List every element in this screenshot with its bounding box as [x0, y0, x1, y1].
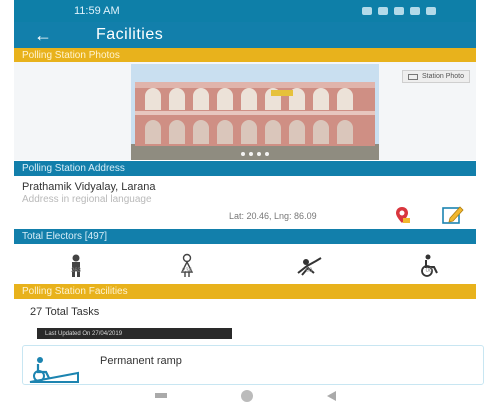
- facilities-section-header: Polling Station Facilities: [14, 284, 476, 299]
- regional-address-line: Address in regional language: [22, 194, 152, 205]
- photo-icon: [407, 73, 418, 80]
- photos-section-header: Polling Station Photos: [14, 48, 476, 62]
- total-tasks-text: 27 Total Tasks: [30, 306, 100, 318]
- facility-card-label: Permanent ramp: [100, 355, 182, 367]
- third-gender-icon: [297, 257, 322, 276]
- nav-back-icon[interactable]: [326, 390, 336, 401]
- last-updated-text: Last Updated On 27/04/2019: [45, 330, 123, 337]
- app-bar: ← Facilities: [14, 22, 476, 48]
- photo-carousel-area: Station Photo: [14, 62, 476, 160]
- station-photo-button[interactable]: Station Photo: [401, 70, 470, 83]
- status-time: 11:59 AM: [74, 5, 120, 17]
- male-count: 263: [70, 268, 81, 274]
- electors-section-title: Total Electors [497]: [22, 231, 108, 242]
- electors-section-header: Total Electors [497]: [14, 229, 476, 244]
- address-section-title: Polling Station Address: [22, 163, 125, 174]
- home-icon[interactable]: [240, 389, 253, 402]
- arrow-left-icon[interactable]: ←: [34, 26, 52, 44]
- mail-icon: [378, 7, 388, 15]
- recent-apps-icon[interactable]: [154, 393, 167, 398]
- photos-section-title: Polling Station Photos: [22, 49, 120, 61]
- building-illustration: [131, 64, 379, 160]
- pwd-icon: [421, 254, 438, 277]
- pwd-count: 00: [425, 268, 433, 274]
- map-pin-icon[interactable]: [393, 206, 411, 224]
- signal-icon: [410, 7, 420, 15]
- female-count: 234: [181, 268, 192, 274]
- station-photo-label: Station Photo: [421, 73, 464, 80]
- address-line: Prathamik Vidyalay, Larana: [22, 181, 156, 193]
- male-icon: [72, 254, 80, 277]
- address-section-header: Polling Station Address: [14, 161, 476, 176]
- female-icon: [180, 253, 194, 277]
- facility-card[interactable]: [22, 345, 484, 385]
- status-icons: [362, 7, 436, 15]
- wifi-icon: [394, 7, 404, 15]
- status-bar: 11:59 AM: [14, 0, 476, 22]
- third-gender-count: 00: [305, 268, 313, 274]
- page-title: Facilities: [96, 26, 164, 43]
- facilities-section-title: Polling Station Facilities: [22, 286, 128, 297]
- lat-lng-text: Lat: 20.46, Lng: 86.09: [229, 211, 317, 221]
- wheelchair-ramp-icon: [29, 357, 79, 383]
- notification-icon: [362, 7, 372, 15]
- system-nav-bar: [0, 386, 490, 405]
- battery-icon: [426, 7, 436, 15]
- polling-station-photo[interactable]: [131, 64, 379, 160]
- last-updated-badge: Last Updated On 27/04/2019: [37, 328, 232, 339]
- edit-icon[interactable]: [442, 205, 464, 225]
